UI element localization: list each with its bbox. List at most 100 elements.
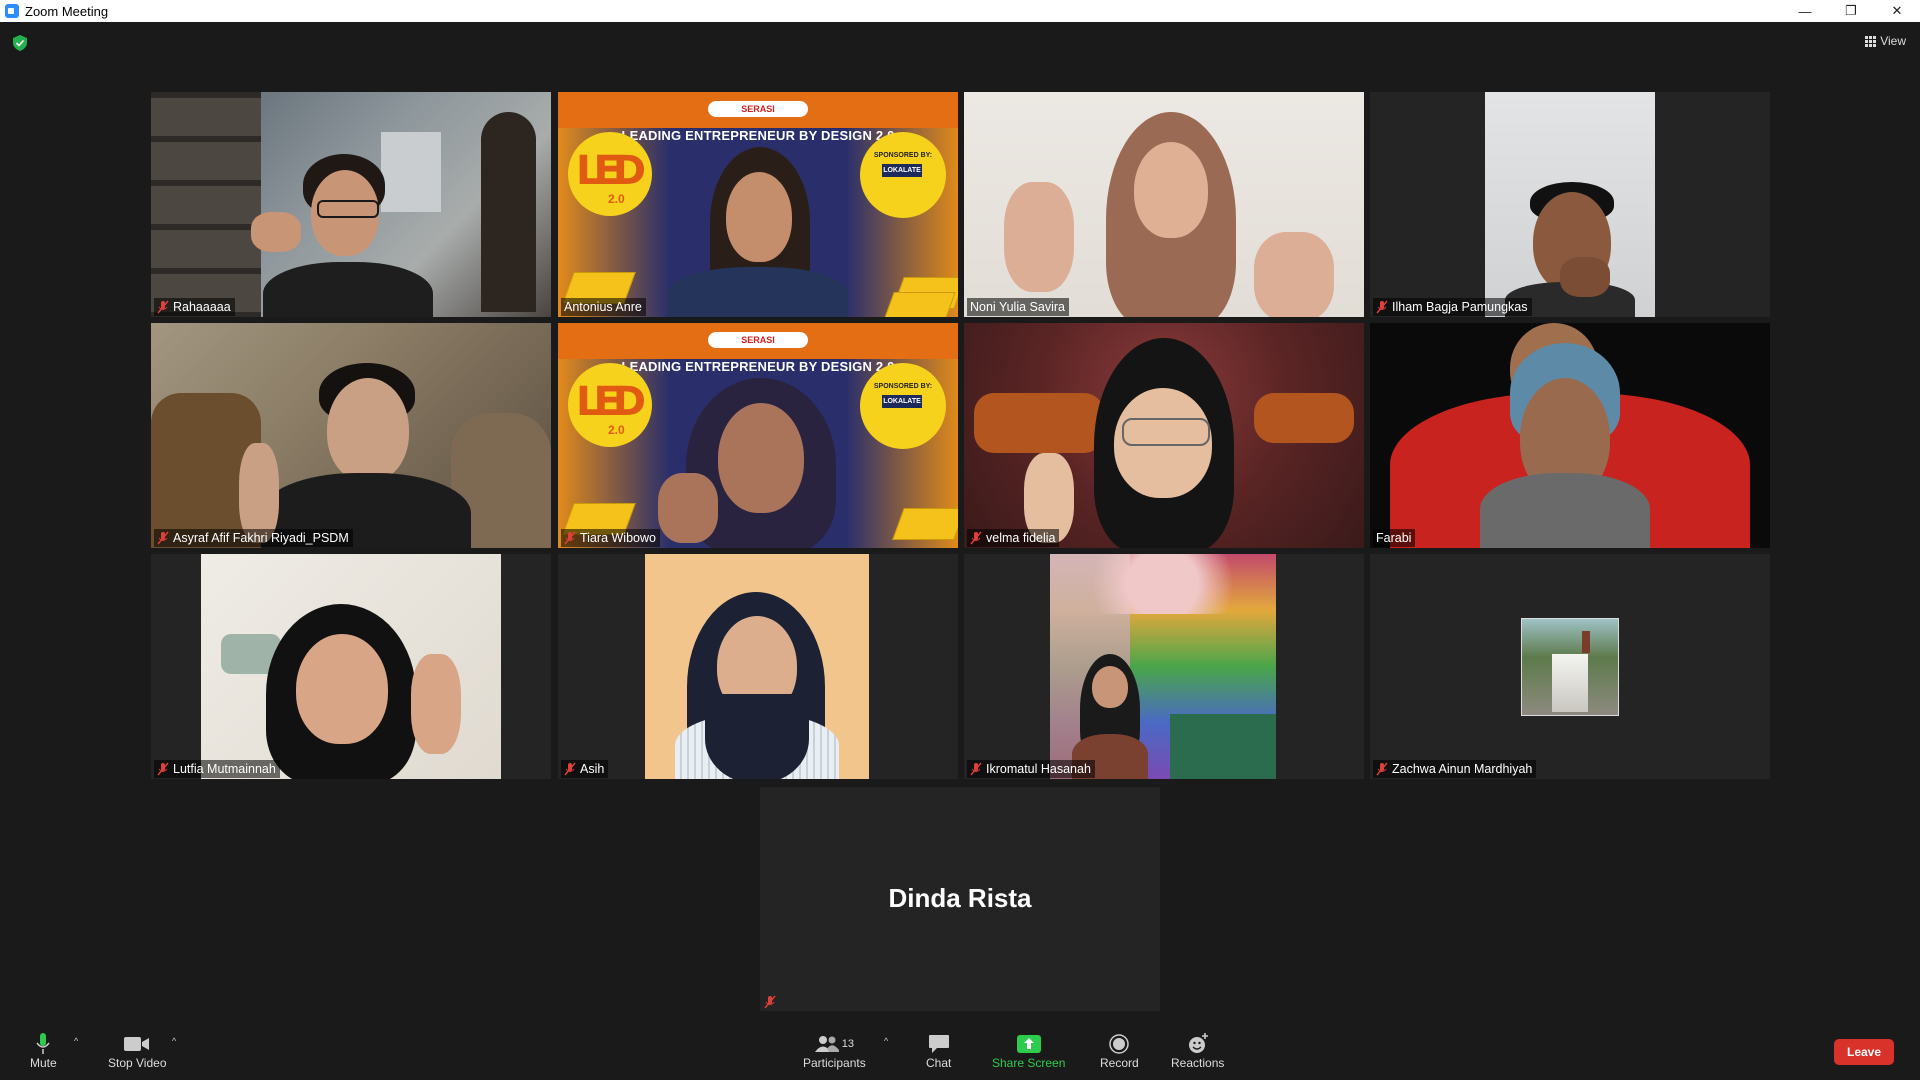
video-tile[interactable]: Ikromatul Hasanah [964, 554, 1364, 779]
led-version: 2.0 [608, 192, 625, 206]
chat-label: Chat [926, 1056, 952, 1070]
audio-options-caret-icon[interactable]: ^ [74, 1036, 78, 1046]
muted-mic-icon [157, 762, 169, 776]
title-bar: Zoom Meeting — ❐ ✕ [0, 0, 1920, 22]
participant-name-tag: velma fidelia [967, 529, 1060, 547]
profile-picture [1521, 618, 1619, 716]
reactions-label: Reactions [1171, 1056, 1225, 1070]
video-tile[interactable]: Ilham Bagja Pamungkas [1370, 92, 1770, 317]
muted-mic-icon [157, 531, 169, 545]
sponsor-label: SPONSORED BY: [873, 383, 933, 390]
participant-video: SERASI LEADING ENTREPRENEUR BY DESIGN 2.… [558, 323, 958, 548]
participant-video [964, 92, 1364, 317]
minimize-button[interactable]: — [1782, 0, 1828, 22]
video-tile[interactable]: SERASI LEADING ENTREPRENEUR BY DESIGN 2.… [558, 323, 958, 548]
participant-video [645, 554, 869, 779]
video-options-caret-icon[interactable]: ^ [172, 1036, 176, 1046]
sponsor-badge: SPONSORED BY: LOKALATE [860, 363, 946, 449]
participants-label: Participants [803, 1056, 866, 1070]
muted-mic-icon [970, 531, 982, 545]
encryption-shield-icon[interactable] [13, 35, 27, 51]
participant-video [1050, 554, 1276, 779]
participant-name-large: Dinda Rista [888, 883, 1032, 913]
video-camera-icon [124, 1037, 150, 1051]
participant-name: Farabi [1376, 531, 1412, 545]
participant-name-tag: Noni Yulia Savira [967, 298, 1069, 316]
led-logo: LED [576, 148, 646, 194]
participant-name-tag: Asyraf Afif Fakhri Riyadi_PSDM [154, 529, 353, 547]
close-button[interactable]: ✕ [1874, 0, 1920, 22]
share-screen-label: Share Screen [992, 1056, 1066, 1070]
led-logo: LED [576, 379, 646, 425]
chat-bubble-icon [928, 1035, 949, 1053]
muted-mic-icon [970, 762, 982, 776]
video-tile-active-speaker[interactable]: SERASI LEADING ENTREPRENEUR BY DESIGN 2.… [558, 92, 958, 317]
video-tile[interactable]: Asih [558, 554, 958, 779]
share-screen-button[interactable]: Share Screen [992, 1032, 1065, 1070]
video-tile-video-off[interactable]: Dinda Rista [760, 787, 1160, 1011]
serasi-logo: SERASI [708, 101, 808, 117]
participant-name-tag: Lutfia Mutmainnah [154, 760, 280, 778]
participant-name: Rahaaaaa [173, 300, 231, 314]
participant-name-tag: Zachwa Ainun Mardhiyah [1373, 760, 1537, 778]
participants-caret-icon[interactable]: ^ [884, 1036, 888, 1046]
reactions-smiley-icon [1188, 1033, 1208, 1053]
window-controls: — ❐ ✕ [1782, 0, 1920, 22]
zoom-app-icon [5, 4, 19, 18]
video-tile[interactable]: velma fidelia [964, 323, 1364, 548]
video-tile[interactable]: Asyraf Afif Fakhri Riyadi_PSDM [151, 323, 551, 548]
participants-button[interactable]: 13 Participants [803, 1032, 866, 1070]
participants-icon [814, 1036, 839, 1052]
muted-mic-icon [1376, 300, 1388, 314]
participant-video: SERASI LEADING ENTREPRENEUR BY DESIGN 2.… [558, 92, 958, 317]
muted-mic-icon [764, 995, 776, 1009]
view-button[interactable]: View [1865, 34, 1906, 48]
participant-name: Noni Yulia Savira [970, 300, 1065, 314]
record-label: Record [1100, 1056, 1139, 1070]
participant-name-tag: Asih [561, 760, 609, 778]
grid-view-icon [1865, 36, 1877, 47]
window-title: Zoom Meeting [25, 3, 109, 19]
video-tile[interactable]: Farabi [1370, 323, 1770, 548]
participant-name: velma fidelia [986, 531, 1056, 545]
participant-name: Asih [580, 762, 605, 776]
reactions-button[interactable]: Reactions [1171, 1032, 1224, 1070]
record-icon [1109, 1034, 1130, 1054]
participant-name: Ikromatul Hasanah [986, 762, 1091, 776]
participant-video [1485, 92, 1655, 317]
mute-label: Mute [30, 1056, 57, 1070]
participant-name-tag: Ilham Bagja Pamungkas [1373, 298, 1532, 316]
video-tile[interactable]: Rahaaaaa [151, 92, 551, 317]
serasi-logo: SERASI [708, 332, 808, 348]
restore-button[interactable]: ❐ [1828, 0, 1874, 22]
chat-button[interactable]: Chat [926, 1032, 951, 1070]
leave-button[interactable]: Leave [1834, 1039, 1894, 1065]
participant-video [151, 92, 551, 317]
stop-video-button[interactable]: Stop Video [108, 1032, 167, 1070]
sponsor-label: SPONSORED BY: [873, 152, 933, 159]
record-button[interactable]: Record [1100, 1032, 1139, 1070]
share-screen-icon [1016, 1035, 1041, 1053]
meeting-toolbar: Mute ^ Stop Video ^ 13 Participants ^ Ch… [0, 1022, 1920, 1080]
participant-name: Ilham Bagja Pamungkas [1392, 300, 1528, 314]
participant-video [1370, 323, 1770, 548]
view-label: View [1880, 34, 1906, 48]
led-version: 2.0 [608, 423, 625, 437]
muted-mic-icon [1376, 762, 1388, 776]
participant-name-tag: Ikromatul Hasanah [967, 760, 1095, 778]
video-tile[interactable]: Noni Yulia Savira [964, 92, 1364, 317]
muted-mic-icon [564, 531, 576, 545]
mute-button[interactable]: Mute [30, 1032, 57, 1070]
participant-video [201, 554, 501, 779]
sponsor-name: LOKALATE [882, 395, 922, 408]
participant-name-tag: Antonius Anre [561, 298, 646, 316]
participants-count: 13 [841, 1038, 854, 1050]
stop-video-label: Stop Video [108, 1056, 167, 1070]
video-tile[interactable]: Zachwa Ainun Mardhiyah [1370, 554, 1770, 779]
participant-name: Antonius Anre [564, 300, 642, 314]
participant-name-tag: Rahaaaaa [154, 298, 235, 316]
sponsor-name: LOKALATE [882, 164, 922, 177]
video-tile[interactable]: Lutfia Mutmainnah [151, 554, 551, 779]
microphone-icon [36, 1033, 50, 1054]
participant-name-tag: Tiara Wibowo [561, 529, 660, 547]
